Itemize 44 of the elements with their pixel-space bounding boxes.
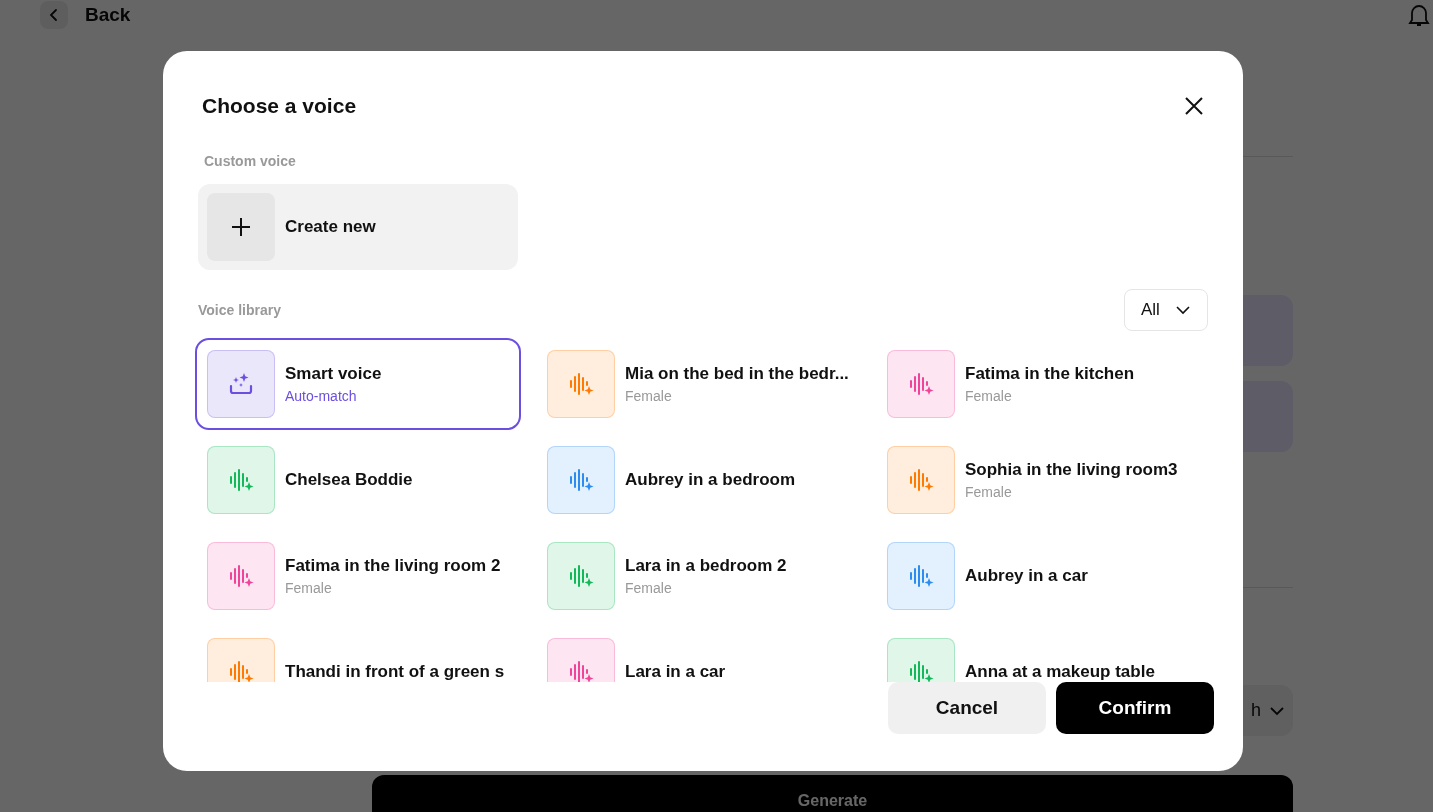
- confirm-button[interactable]: Confirm: [1056, 682, 1214, 734]
- voice-card[interactable]: Lara in a bedroom 2 Female: [535, 530, 861, 622]
- dialog-title: Choose a voice: [202, 94, 357, 118]
- voice-card[interactable]: Sophia in the living room3 Female: [875, 434, 1201, 526]
- voice-card[interactable]: Mia on the bed in the bedr... Female: [535, 338, 861, 430]
- voice-card[interactable]: Thandi in front of a green s: [195, 626, 521, 682]
- voice-card[interactable]: Aubrey in a bedroom: [535, 434, 861, 526]
- voice-name: Smart voice: [285, 364, 382, 384]
- voice-subtitle: Female: [625, 388, 673, 404]
- filter-dropdown[interactable]: All: [1124, 289, 1208, 331]
- voice-name: Anna at a makeup table: [965, 662, 1155, 682]
- voice-card[interactable]: Fatima in the living room 2 Female: [195, 530, 521, 622]
- create-new-button[interactable]: Create new: [198, 184, 518, 270]
- voice-name: Lara in a car: [625, 662, 726, 682]
- section-label: Voice library: [198, 302, 281, 318]
- voice-name: Chelsea Boddie: [285, 470, 413, 490]
- voice-name: Lara in a bedroom 2: [625, 556, 787, 576]
- voice-name: Sophia in the living room3: [965, 460, 1178, 480]
- voice-subtitle: Female: [625, 580, 673, 596]
- section-label: Custom voice: [204, 153, 297, 169]
- voice-name: Thandi in front of a green s: [285, 662, 505, 682]
- voice-name: Aubrey in a car: [965, 566, 1088, 586]
- chevron-down-icon: [1175, 305, 1191, 315]
- voice-card[interactable]: Lara in a car: [535, 626, 861, 682]
- bell-icon[interactable]: [1408, 2, 1430, 28]
- cancel-button[interactable]: Cancel: [888, 682, 1046, 734]
- voice-subtitle: Female: [285, 580, 333, 596]
- voice-card[interactable]: Anna at a makeup table: [875, 626, 1201, 682]
- voice-card[interactable]: Smart voice Auto-match: [195, 338, 521, 430]
- chevron-down-icon: [1269, 705, 1285, 716]
- plus-icon: [231, 217, 251, 237]
- voice-subtitle: Auto-match: [285, 388, 358, 404]
- voice-card[interactable]: Aubrey in a car: [875, 530, 1201, 622]
- generate-button[interactable]: Generate: [372, 775, 1293, 812]
- voice-name: Fatima in the kitchen: [965, 364, 1135, 384]
- voice-subtitle: Female: [965, 388, 1013, 404]
- voice-name: Aubrey in a bedroom: [625, 470, 796, 490]
- voice-card[interactable]: Fatima in the kitchen Female: [875, 338, 1201, 430]
- back-button[interactable]: [40, 1, 68, 29]
- voice-name: Mia on the bed in the bedr...: [625, 364, 849, 384]
- back-label[interactable]: Back: [85, 4, 131, 26]
- voice-card[interactable]: Chelsea Boddie: [195, 434, 521, 526]
- voice-subtitle: Female: [965, 484, 1013, 500]
- voice-name: Fatima in the living room 2: [285, 556, 501, 576]
